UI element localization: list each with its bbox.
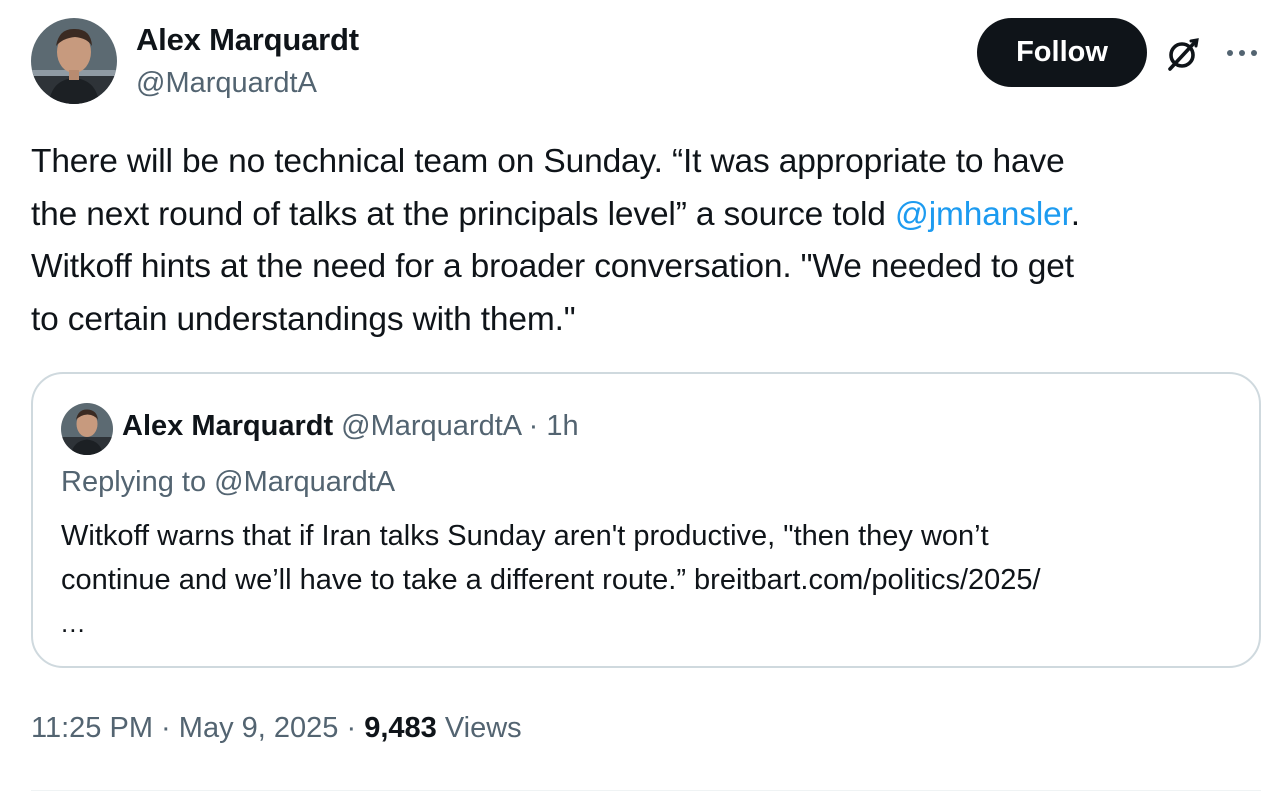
- quoted-tweet-text: Witkoff warns that if Iran talks Sunday …: [61, 514, 1241, 602]
- tweet-text-line: to certain understandings with them.": [31, 300, 576, 338]
- views-count[interactable]: 9,483: [364, 712, 437, 744]
- more-icon[interactable]: [1224, 38, 1260, 68]
- tweet: Alex Marquardt @MarquardtA Follow There …: [0, 0, 1280, 793]
- quoted-tweet-card[interactable]: Alex Marquardt @MarquardtA · 1h Replying…: [31, 372, 1261, 668]
- quoted-text-line: Witkoff warns that if Iran talks Sunday …: [61, 520, 989, 552]
- grok-icon[interactable]: [1163, 34, 1203, 74]
- replying-to-label: Replying to @MarquardtA: [61, 466, 396, 498]
- quoted-text-ellipsis: ...: [61, 608, 86, 638]
- separator-dot: ·: [528, 410, 539, 442]
- quoted-author-handle[interactable]: @MarquardtA: [341, 410, 520, 442]
- separator-dot: ·: [161, 712, 171, 744]
- quoted-tweet-time[interactable]: 1h: [546, 410, 578, 442]
- follow-button[interactable]: Follow: [977, 18, 1147, 87]
- tweet-text-segment: .: [1070, 195, 1080, 233]
- views-label: Views: [444, 712, 522, 744]
- tweet-text-line: Witkoff hints at the need for a broader …: [31, 248, 1074, 285]
- separator-dot: ·: [346, 712, 357, 744]
- quoted-author-avatar[interactable]: [61, 403, 113, 455]
- mention-link[interactable]: @jmhansler: [895, 196, 1071, 233]
- author-name[interactable]: Alex Marquardt: [136, 22, 359, 58]
- tweet-text-line: There will be no technical team on Sunda…: [31, 143, 1065, 180]
- quoted-text-line: continue and we’ll have to take a differ…: [61, 564, 1041, 596]
- tweet-time[interactable]: 11:25 PM: [31, 712, 153, 744]
- tweet-text-line: the next round of talks at the principal…: [31, 189, 1256, 242]
- tweet-meta: 11:25 PM · May 9, 2025 · 9,483 Views: [31, 712, 522, 745]
- tweet-text: There will be no technical team on Sunda…: [31, 136, 1256, 346]
- author-avatar[interactable]: [31, 18, 117, 104]
- quoted-tweet-header: Alex Marquardt @MarquardtA · 1h: [122, 410, 579, 443]
- quoted-author-name[interactable]: Alex Marquardt: [122, 410, 333, 442]
- divider: [31, 790, 1261, 791]
- author-handle[interactable]: @MarquardtA: [136, 67, 317, 100]
- tweet-text-segment: the next round of talks at the principal…: [31, 195, 895, 233]
- tweet-date[interactable]: May 9, 2025: [179, 712, 339, 744]
